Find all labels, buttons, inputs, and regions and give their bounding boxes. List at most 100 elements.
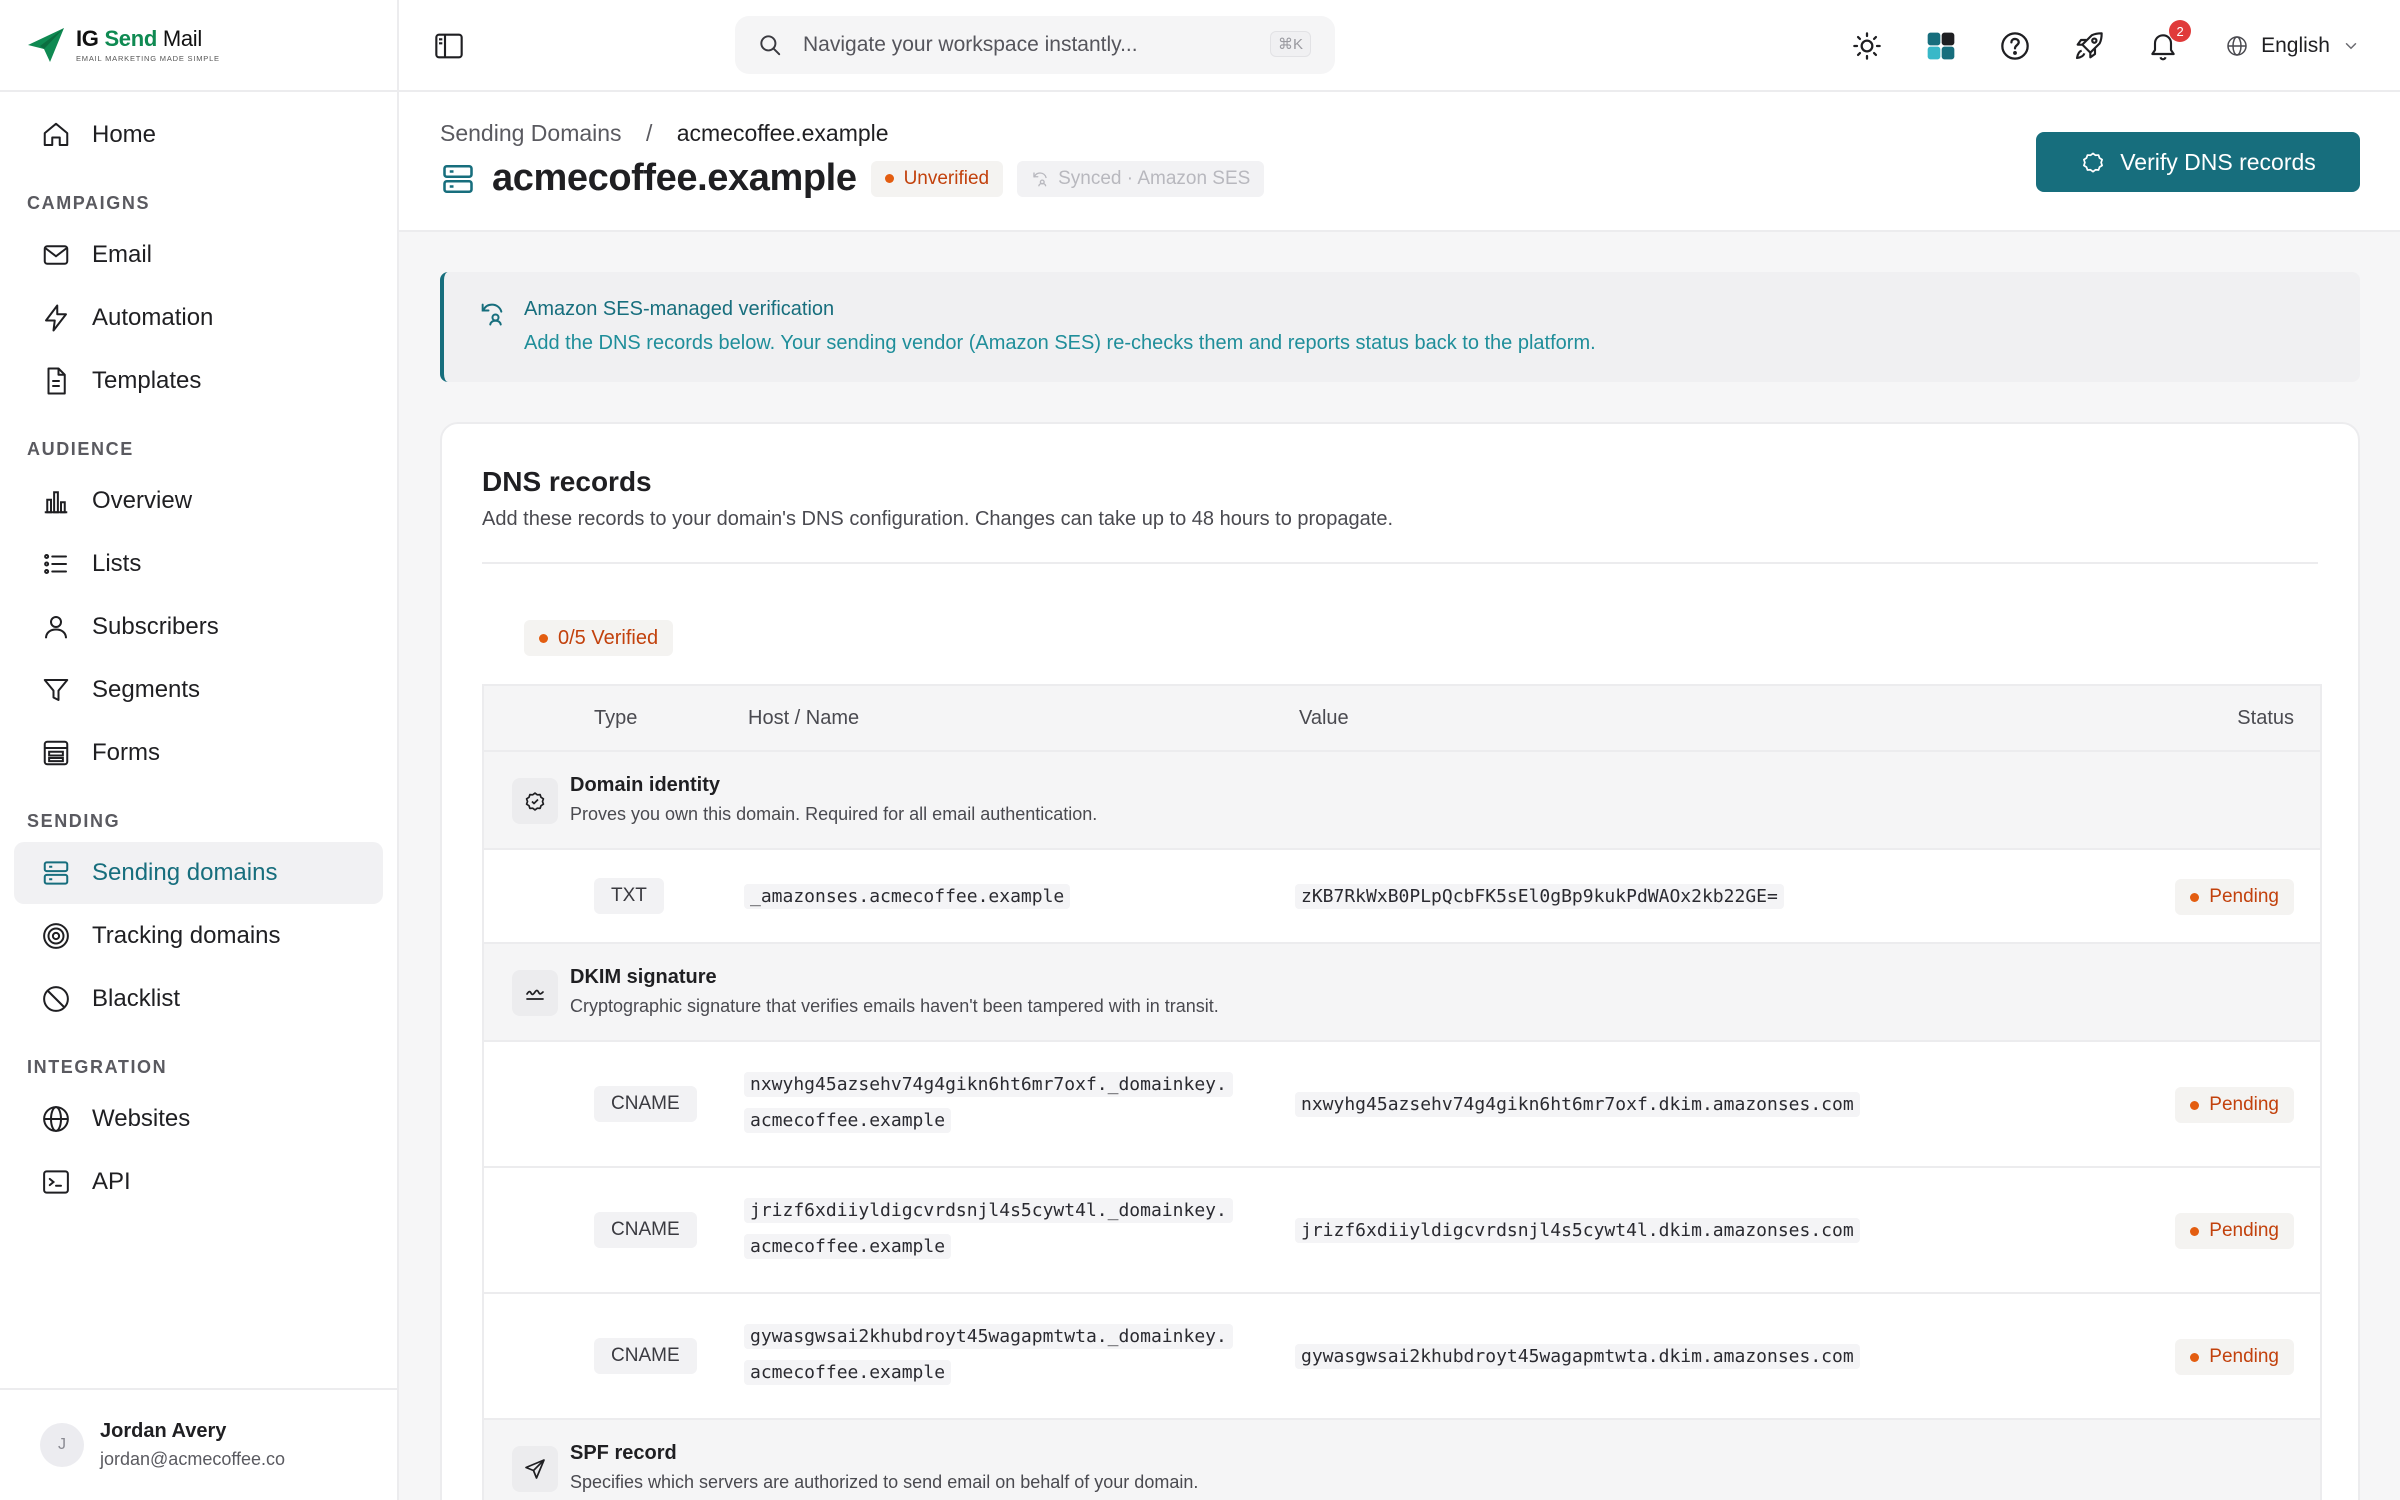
record-value[interactable]: gywasgwsai2khubdroyt45wagapmtwta.dkim.am… — [1295, 1339, 1860, 1375]
record-value-text: jrizf6xdiiyldigcvrdsnjl4s5cywt4l.dkim.am… — [1295, 1218, 1860, 1243]
record-host[interactable]: _amazonses.acmecoffee.example — [744, 879, 1071, 915]
record-host[interactable]: jrizf6xdiiyldigcvrdsnjl4s5cywt4l._domain… — [744, 1193, 1233, 1265]
card-subtitle: Add these records to your domain's DNS c… — [482, 508, 1394, 530]
status-badge-label: Pending — [2209, 1094, 2279, 1115]
search-icon — [760, 35, 781, 56]
app-switcher-button[interactable] — [1923, 28, 1959, 64]
verified-count-badge: 0/5 Verified — [524, 620, 674, 656]
sidebar-item-segments[interactable]: Segments — [14, 659, 383, 721]
form-icon — [40, 737, 72, 769]
sidebar-item-subscribers[interactable]: Subscribers — [14, 596, 383, 658]
sidebar-nav: Home CAMPAIGNS Email Automation Template… — [0, 92, 397, 1213]
sync-icon — [1033, 171, 1047, 186]
badge-check-icon — [2083, 152, 2104, 173]
sidebar-item-forms[interactable]: Forms — [14, 722, 383, 784]
sidebar-item-label: API — [92, 1168, 131, 1195]
record-value[interactable]: nxwyhg45azsehv74g4gikn6ht6mr7oxf.dkim.am… — [1295, 1087, 1860, 1123]
search-bar[interactable]: ⌘K — [735, 16, 1335, 74]
search-input[interactable] — [803, 33, 1223, 57]
page-title: acmecoffee.example — [492, 157, 857, 199]
sidebar-item-overview[interactable]: Overview — [14, 470, 383, 532]
breadcrumb-parent-link[interactable]: Sending Domains — [440, 120, 622, 146]
top-bar: ⌘K 2 English — [399, 0, 2400, 92]
help-button[interactable] — [1997, 28, 2033, 64]
sun-icon — [1853, 32, 1881, 60]
record-host-line: jrizf6xdiiyldigcvrdsnjl4s5cywt4l._domain… — [744, 1198, 1233, 1223]
section-sending: SENDING — [27, 811, 121, 831]
record-value[interactable]: jrizf6xdiiyldigcvrdsnjl4s5cywt4l.dkim.am… — [1295, 1213, 1860, 1249]
sidebar-item-label: Forms — [92, 739, 160, 766]
sidebar-item-label: Websites — [92, 1105, 191, 1132]
signature-icon — [512, 970, 558, 1016]
language-selector[interactable]: English — [2225, 34, 2360, 58]
table-row: CNAME gywasgwsai2khubdroyt45wagapmtwta._… — [484, 1294, 2320, 1420]
sync-icon — [481, 303, 503, 326]
status-dot — [2190, 1100, 2200, 1110]
launch-button[interactable] — [2071, 28, 2107, 64]
column-header-host: Host / Name — [748, 707, 860, 729]
verify-dns-button-label: Verify DNS records — [2120, 148, 2316, 175]
globe-icon — [2227, 36, 2247, 56]
sidebar-item-api[interactable]: API — [14, 1151, 383, 1213]
sidebar-item-label: Lists — [92, 550, 142, 577]
user-name: Jordan Avery — [100, 1420, 227, 1442]
group-description: Proves you own this domain. Required for… — [570, 804, 1098, 824]
synced-badge: Synced · Amazon SES — [1017, 160, 1265, 197]
status-badge-label: Pending — [2209, 886, 2279, 907]
home-icon — [40, 119, 72, 151]
record-host[interactable]: gywasgwsai2khubdroyt45wagapmtwta._domain… — [744, 1319, 1233, 1391]
sidebar-item-label: Subscribers — [92, 613, 219, 640]
user-profile[interactable]: J Jordan Avery jordan@acmecoffee.co — [0, 1388, 397, 1500]
page-header: Sending Domains / acmecoffee.example acm… — [399, 92, 2400, 232]
sidebar-item-label: Segments — [92, 676, 201, 703]
server-icon — [40, 857, 72, 889]
breadcrumb-current: acmecoffee.example — [676, 120, 889, 146]
record-type: CNAME — [594, 1212, 697, 1248]
record-host-line: _amazonses.acmecoffee.example — [744, 884, 1071, 909]
paper-plane-logo-icon — [28, 28, 64, 62]
sidebar-item-label: Templates — [92, 367, 202, 394]
status-dot — [539, 633, 548, 643]
sidebar-item-label: Tracking domains — [92, 922, 281, 949]
group-row-domain-identity: Domain identity Proves you own this doma… — [484, 752, 2320, 850]
theme-toggle-button[interactable] — [1849, 28, 1885, 64]
verify-dns-button[interactable]: Verify DNS records — [2036, 132, 2360, 192]
record-host-line: gywasgwsai2khubdroyt45wagapmtwta._domain… — [744, 1324, 1233, 1349]
sidebar-item-home[interactable]: Home — [14, 104, 383, 166]
group-row-dkim: DKIM signature Cryptographic signature t… — [484, 944, 2320, 1042]
column-header-value: Value — [1299, 707, 1349, 729]
notifications-button[interactable]: 2 — [2145, 20, 2192, 64]
sidebar-item-sending-domains[interactable]: Sending domains — [14, 842, 383, 904]
breadcrumb: Sending Domains / acmecoffee.example — [440, 120, 889, 147]
table-row: TXT _amazonses.acmecoffee.example zKB7Rk… — [484, 850, 2320, 944]
brand-name: IG Send Mail — [76, 25, 202, 51]
brand-logo[interactable]: IG Send Mail EMAIL MARKETING MADE SIMPLE — [0, 0, 397, 92]
server-icon — [443, 164, 473, 193]
sidebar-item-tracking-domains[interactable]: Tracking domains — [14, 905, 383, 967]
sidebar-item-blacklist[interactable]: Blacklist — [14, 968, 383, 1030]
sidebar-toggle-icon[interactable] — [433, 30, 465, 62]
record-host-line: nxwyhg45azsehv74g4gikn6ht6mr7oxf._domain… — [744, 1072, 1233, 1097]
sidebar-item-automation[interactable]: Automation — [14, 287, 383, 349]
group-title: SPF record — [570, 1442, 677, 1464]
record-host-line: acmecoffee.example — [744, 1360, 952, 1385]
sidebar-item-email[interactable]: Email — [14, 224, 383, 286]
record-value[interactable]: zKB7RkWxB0PLpQcbFK5sEl0gBp9kukPdWAOx2kb2… — [1295, 879, 1784, 915]
column-header-status: Status — [2237, 707, 2294, 729]
sidebar-item-templates[interactable]: Templates — [14, 350, 383, 412]
lightning-icon — [40, 302, 72, 334]
terminal-icon — [40, 1166, 72, 1198]
sidebar-item-lists[interactable]: Lists — [14, 533, 383, 595]
badge-check-icon — [512, 778, 558, 824]
sidebar-item-websites[interactable]: Websites — [14, 1088, 383, 1150]
mail-icon — [40, 239, 72, 271]
help-icon — [2001, 32, 2029, 60]
document-icon — [40, 365, 72, 397]
section-campaigns: CAMPAIGNS — [27, 193, 151, 213]
table-row: CNAME jrizf6xdiiyldigcvrdsnjl4s5cywt4l._… — [484, 1168, 2320, 1294]
section-integration: INTEGRATION — [27, 1057, 168, 1077]
synced-badge-label: Synced · Amazon SES — [1058, 167, 1251, 189]
record-host[interactable]: nxwyhg45azsehv74g4gikn6ht6mr7oxf._domain… — [744, 1067, 1233, 1139]
record-host-line: acmecoffee.example — [744, 1108, 952, 1133]
breadcrumb-separator: / — [645, 120, 653, 146]
